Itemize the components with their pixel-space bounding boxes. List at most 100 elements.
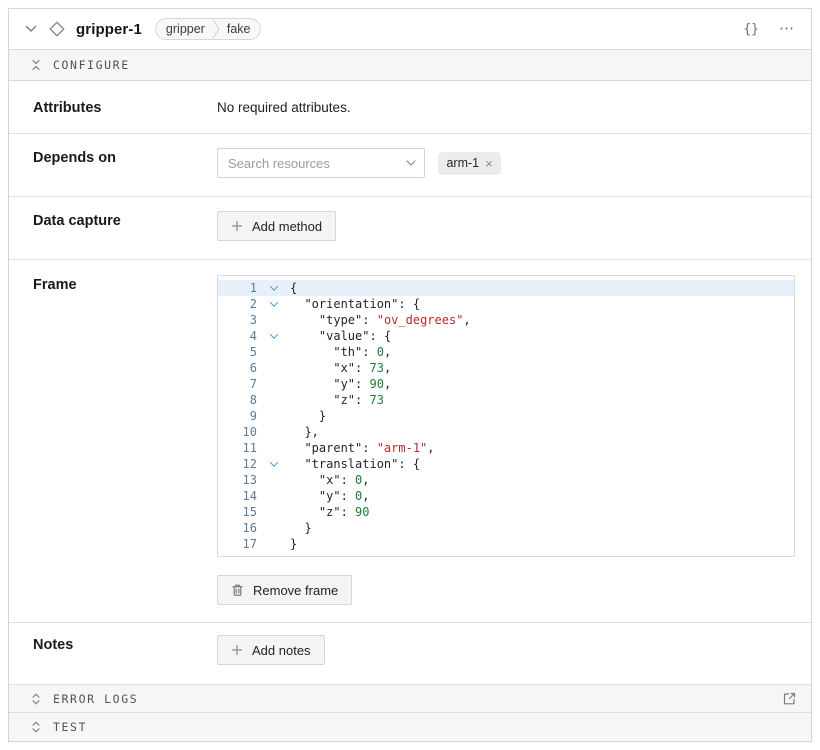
- fold-gutter-empty: [257, 440, 290, 456]
- code-line-13[interactable]: 13 "x": 0,: [218, 472, 794, 488]
- fold-gutter-empty: [257, 504, 290, 520]
- depends-on-row: Depends on arm-1 ×: [9, 134, 811, 197]
- notes-label: Notes: [24, 635, 217, 668]
- resource-title: gripper-1: [76, 21, 142, 38]
- code-text: "value": {: [290, 328, 391, 344]
- code-text: "z": 90: [290, 504, 370, 520]
- fold-gutter-empty: [257, 376, 290, 392]
- code-text: "y": 0,: [290, 488, 370, 504]
- badge-model: fake: [220, 19, 261, 39]
- attributes-label: Attributes: [24, 98, 217, 117]
- fold-gutter-empty: [257, 472, 290, 488]
- code-text: "x": 0,: [290, 472, 370, 488]
- fold-chevron-icon[interactable]: [269, 458, 277, 466]
- fold-gutter-empty: [257, 344, 290, 360]
- search-resources-input[interactable]: [217, 148, 425, 178]
- code-text: "parent": "arm-1",: [290, 440, 435, 456]
- code-line-10[interactable]: 10 },: [218, 424, 794, 440]
- fold-gutter-empty: [257, 392, 290, 408]
- fold-chevron-icon[interactable]: [269, 298, 277, 306]
- code-line-16[interactable]: 16 }: [218, 520, 794, 536]
- fold-gutter[interactable]: [257, 280, 290, 296]
- configure-bar-label: CONFIGURE: [53, 58, 130, 72]
- dependency-chip: arm-1 ×: [438, 152, 500, 175]
- fold-gutter[interactable]: [257, 296, 290, 312]
- code-line-14[interactable]: 14 "y": 0,: [218, 488, 794, 504]
- plus-icon: [231, 644, 243, 656]
- notes-row: Notes Add notes: [9, 623, 811, 685]
- data-capture-label: Data capture: [24, 211, 217, 243]
- frame-json-editor[interactable]: 1{2 "orientation": {3 "type": "ov_degree…: [217, 275, 795, 557]
- collapse-vertical-icon: [30, 59, 42, 71]
- line-number: 5: [218, 344, 257, 360]
- json-mode-icon[interactable]: {}: [743, 22, 759, 37]
- code-line-7[interactable]: 7 "y": 90,: [218, 376, 794, 392]
- add-notes-label: Add notes: [252, 643, 311, 658]
- configure-section-bar[interactable]: CONFIGURE: [9, 50, 811, 81]
- code-line-6[interactable]: 6 "x": 73,: [218, 360, 794, 376]
- expand-vertical-icon: [30, 693, 42, 705]
- depends-search-combobox: [217, 148, 425, 178]
- code-text: }: [290, 536, 297, 552]
- attributes-value: No required attributes.: [217, 98, 795, 115]
- dependency-chip-label: arm-1: [446, 156, 479, 170]
- fold-gutter-empty: [257, 360, 290, 376]
- line-number: 4: [218, 328, 257, 344]
- fold-chevron-icon[interactable]: [269, 330, 277, 338]
- code-text: "x": 73,: [290, 360, 391, 376]
- fold-gutter[interactable]: [257, 328, 290, 344]
- line-number: 14: [218, 488, 257, 504]
- test-section-bar[interactable]: TEST: [9, 713, 811, 741]
- error-logs-bar-label: ERROR LOGS: [53, 692, 138, 706]
- code-text: },: [290, 424, 319, 440]
- line-number: 9: [218, 408, 257, 424]
- line-number: 10: [218, 424, 257, 440]
- code-line-2[interactable]: 2 "orientation": {: [218, 296, 794, 312]
- line-number: 15: [218, 504, 257, 520]
- add-method-button[interactable]: Add method: [217, 211, 336, 241]
- code-line-5[interactable]: 5 "th": 0,: [218, 344, 794, 360]
- line-number: 8: [218, 392, 257, 408]
- open-external-icon[interactable]: [782, 691, 797, 706]
- badge-type: gripper: [156, 19, 212, 39]
- error-logs-section-bar[interactable]: ERROR LOGS: [9, 685, 811, 713]
- line-number: 13: [218, 472, 257, 488]
- code-line-15[interactable]: 15 "z": 90: [218, 504, 794, 520]
- fold-gutter-empty: [257, 408, 290, 424]
- code-line-17[interactable]: 17}: [218, 536, 794, 552]
- code-line-4[interactable]: 4 "value": {: [218, 328, 794, 344]
- fold-gutter-empty: [257, 536, 290, 552]
- remove-dependency-icon[interactable]: ×: [485, 157, 493, 170]
- fold-gutter[interactable]: [257, 456, 290, 472]
- gripper-resource-icon: [48, 20, 66, 38]
- code-editor-lines: 1{2 "orientation": {3 "type": "ov_degree…: [218, 280, 794, 552]
- code-text: "z": 73: [290, 392, 384, 408]
- add-notes-button[interactable]: Add notes: [217, 635, 325, 665]
- menu-ellipsis-icon[interactable]: ⋯: [779, 24, 795, 34]
- line-number: 1: [218, 280, 257, 296]
- code-text: "orientation": {: [290, 296, 420, 312]
- collapse-chevron-icon[interactable]: [25, 25, 37, 33]
- code-line-3[interactable]: 3 "type": "ov_degrees",: [218, 312, 794, 328]
- code-line-11[interactable]: 11 "parent": "arm-1",: [218, 440, 794, 456]
- code-text: "y": 90,: [290, 376, 391, 392]
- code-text: "type": "ov_degrees",: [290, 312, 471, 328]
- code-line-12[interactable]: 12 "translation": {: [218, 456, 794, 472]
- fold-gutter-empty: [257, 424, 290, 440]
- code-line-9[interactable]: 9 }: [218, 408, 794, 424]
- code-line-1[interactable]: 1{: [218, 280, 794, 296]
- frame-label: Frame: [24, 275, 217, 606]
- fold-chevron-icon[interactable]: [269, 282, 277, 290]
- remove-frame-label: Remove frame: [253, 583, 338, 598]
- line-number: 11: [218, 440, 257, 456]
- line-number: 7: [218, 376, 257, 392]
- line-number: 17: [218, 536, 257, 552]
- resource-card: gripper-1 gripper fake {} ⋯ CONFIGURE At…: [8, 8, 812, 742]
- depends-on-label: Depends on: [24, 148, 217, 180]
- line-number: 6: [218, 360, 257, 376]
- code-line-8[interactable]: 8 "z": 73: [218, 392, 794, 408]
- plus-icon: [231, 220, 243, 232]
- line-number: 12: [218, 456, 257, 472]
- badge-divider-chevron-icon: [212, 18, 220, 40]
- remove-frame-button[interactable]: Remove frame: [217, 575, 352, 605]
